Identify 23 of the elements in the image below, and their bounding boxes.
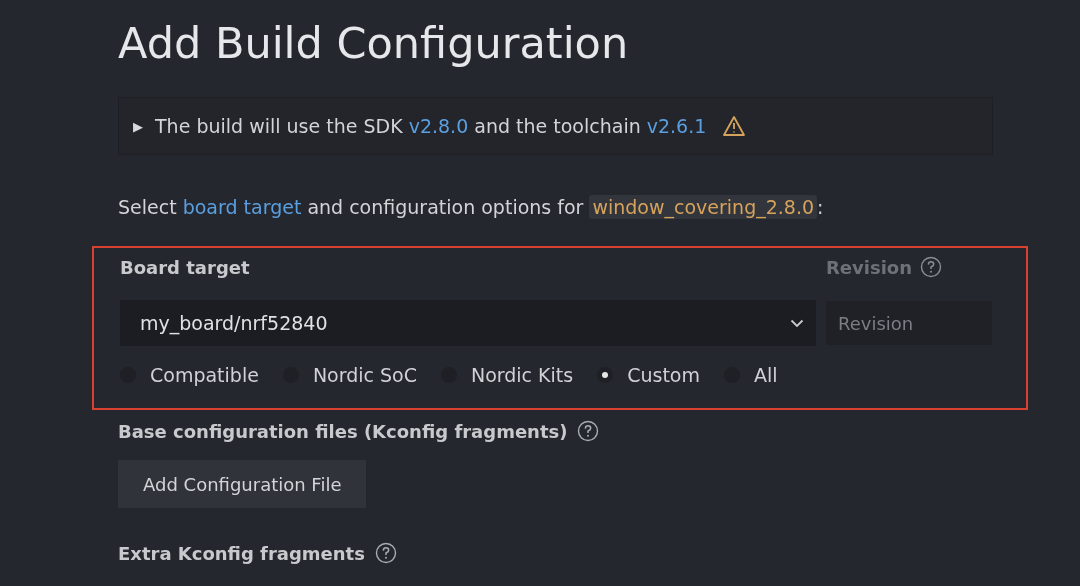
filter-radio[interactable]: Compatible (120, 364, 259, 386)
board-target-link[interactable]: board target (182, 196, 302, 218)
chevron-down-icon (790, 318, 804, 328)
add-configuration-file-button[interactable]: Add Configuration File (118, 460, 367, 508)
extra-kconfig-label: Extra Kconfig fragments (118, 542, 365, 564)
help-icon[interactable] (374, 542, 397, 564)
sdk-version-link[interactable]: v2.8.0 (408, 115, 469, 137)
sdk-notice-text: The build will use the SDK v2.8.0 and the toolchain v2.6.1 (155, 115, 707, 137)
help-icon[interactable] (577, 420, 600, 442)
filter-radio[interactable]: All (724, 364, 778, 386)
board-target-label: Board target (120, 256, 250, 278)
expand-toggle[interactable]: ▶ (133, 118, 143, 134)
application-name: window_covering_2.8.0 (589, 195, 818, 219)
filter-radio[interactable]: Nordic SoC (282, 364, 417, 386)
filter-radio[interactable]: Custom (597, 364, 700, 386)
page-title: Add Build Configuration (118, 17, 629, 70)
base-config-label: Base configuration files (Kconfig fragments) (118, 420, 568, 442)
filter-radio[interactable]: Nordic Kits (440, 364, 574, 386)
toolchain-version-link[interactable]: v2.6.1 (646, 115, 707, 137)
board-dropdown[interactable]: my_board/nrf52840 (120, 300, 816, 346)
help-icon[interactable] (920, 256, 943, 278)
revision-label: Revision (826, 256, 913, 278)
intro-text: Select board target and configuration options for window_covering_2.8.0: (118, 194, 825, 221)
